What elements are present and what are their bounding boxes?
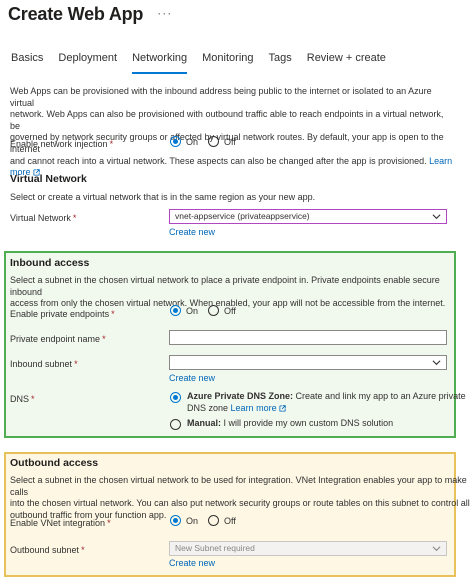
outbound-access-heading: Outbound access — [10, 457, 99, 469]
network-injection-label: Enable network injection * — [10, 139, 114, 149]
network-injection-on-radio[interactable] — [170, 136, 181, 147]
tab-monitoring[interactable]: Monitoring — [202, 52, 253, 74]
inbound-access-heading: Inbound access — [10, 257, 90, 269]
private-endpoints-on-radio[interactable] — [170, 305, 181, 316]
external-link-icon — [279, 404, 286, 412]
inbound-subnet-create-new-link[interactable]: Create new — [169, 373, 215, 383]
tab-bar: Basics Deployment Networking Monitoring … — [11, 52, 401, 74]
private-endpoint-name-label: Private endpoint name * — [10, 334, 106, 344]
virtual-network-dropdown[interactable]: vnet-appservice (privateappservice) — [169, 209, 447, 224]
private-endpoints-label: Enable private endpoints * — [10, 309, 115, 319]
more-options-icon[interactable]: ··· — [157, 6, 172, 20]
vnet-integration-label: Enable VNet integration * — [10, 518, 111, 528]
inbound-subnet-label: Inbound subnet * — [10, 359, 78, 369]
vnet-integration-radio-group: On Off — [170, 515, 246, 526]
intro-line: network. Web Apps can also be provisione… — [10, 109, 444, 131]
title-row: Create Web App ··· — [8, 4, 172, 25]
tab-deployment[interactable]: Deployment — [58, 52, 117, 74]
dns-manual-radio[interactable] — [170, 419, 181, 430]
network-injection-off-radio[interactable] — [208, 136, 220, 147]
create-web-app-page: Create Web App ··· Basics Deployment Net… — [0, 0, 474, 583]
networking-intro: Web Apps can be provisioned with the inb… — [10, 86, 455, 179]
vnet-integration-on-radio[interactable] — [170, 515, 181, 526]
dns-label: DNS * — [10, 394, 35, 404]
tab-review-create[interactable]: Review + create — [307, 52, 386, 74]
outbound-subnet-create-new-link[interactable]: Create new — [169, 558, 215, 568]
tab-tags[interactable]: Tags — [269, 52, 292, 74]
chevron-down-icon — [432, 360, 441, 366]
private-endpoints-radio-group: On Off — [170, 305, 246, 316]
network-injection-radio-group: On Off — [170, 136, 246, 147]
private-endpoints-off-radio[interactable] — [208, 305, 220, 316]
private-endpoint-name-input[interactable] — [169, 330, 447, 345]
outbound-subnet-label: Outbound subnet * — [10, 545, 85, 555]
tab-basics[interactable]: Basics — [11, 52, 43, 74]
vnet-integration-off-radio[interactable] — [208, 515, 220, 526]
virtual-network-heading: Virtual Network — [10, 173, 87, 185]
outbound-subnet-dropdown[interactable]: New Subnet required — [169, 541, 447, 556]
dns-azure-option: Azure Private DNS Zone: Create and link … — [170, 391, 466, 414]
page-title: Create Web App — [8, 4, 144, 24]
vnet-create-new-link[interactable]: Create new — [169, 227, 215, 237]
tab-networking[interactable]: Networking — [132, 52, 188, 74]
chevron-down-icon — [432, 214, 441, 220]
chevron-down-icon — [432, 546, 441, 552]
intro-line: and cannot reach into a virtual network.… — [10, 155, 427, 166]
virtual-network-description: Select or create a virtual network that … — [10, 192, 316, 202]
dns-manual-option: Manual: I will provide my own custom DNS… — [170, 418, 393, 430]
virtual-network-label: Virtual Network * — [10, 213, 77, 223]
inbound-subnet-dropdown[interactable] — [169, 355, 447, 370]
dns-learn-more-link[interactable]: Learn more — [231, 403, 286, 413]
intro-line: Web Apps can be provisioned with the inb… — [10, 86, 432, 108]
dns-azure-radio[interactable] — [170, 392, 181, 403]
